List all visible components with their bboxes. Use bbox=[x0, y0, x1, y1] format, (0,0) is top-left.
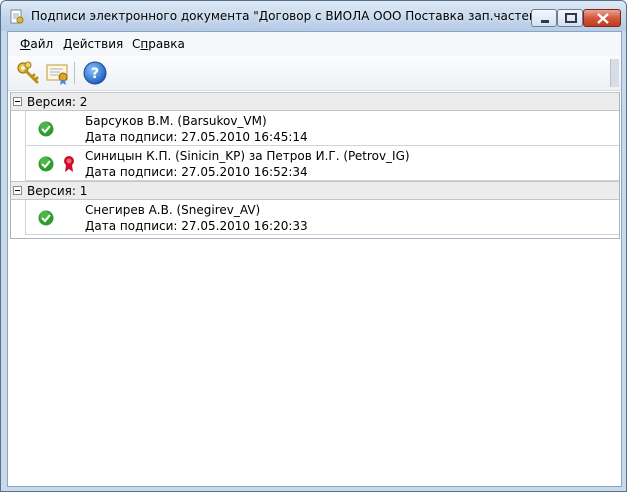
valid-check-icon bbox=[38, 210, 54, 226]
close-button[interactable] bbox=[583, 9, 621, 27]
menu-bar: Файл Действия Справка bbox=[8, 32, 621, 56]
collapse-icon[interactable] bbox=[13, 97, 22, 106]
toolbar: ? bbox=[8, 56, 621, 91]
signatures-list: Версия: 2 Барсуков В.М. (Barsukov_VM) Да… bbox=[10, 92, 620, 239]
version-label: Версия: 2 bbox=[27, 95, 88, 109]
toolbar-separator bbox=[74, 62, 75, 84]
certificate-button[interactable] bbox=[45, 60, 71, 86]
menu-actions[interactable]: Действия bbox=[63, 37, 123, 51]
minimize-icon bbox=[541, 20, 549, 23]
collapse-icon[interactable] bbox=[13, 186, 22, 195]
version-group-header[interactable]: Версия: 1 bbox=[11, 181, 619, 200]
menu-file[interactable]: Файл bbox=[20, 37, 53, 51]
maximize-button[interactable] bbox=[557, 9, 583, 27]
menu-help-rest: равка bbox=[148, 37, 185, 51]
client-area: Файл Действия Справка ? Версия: 2 Барсук… bbox=[7, 31, 622, 487]
help-button[interactable]: ? bbox=[82, 60, 108, 86]
key-icon bbox=[17, 61, 39, 84]
menu-help[interactable]: Справка bbox=[132, 37, 185, 51]
certificate-icon bbox=[46, 64, 68, 85]
proxy-seal-icon bbox=[64, 156, 74, 172]
toolbar-overflow-grip[interactable] bbox=[610, 59, 619, 87]
window-title: Подписи электронного документа "Договор … bbox=[31, 9, 543, 23]
signer-name: Синицын К.П. (Sinicin_KP) за Петров И.Г.… bbox=[85, 149, 410, 163]
menu-actions-rest: ействия bbox=[72, 37, 124, 51]
sign-button[interactable] bbox=[15, 60, 41, 86]
signature-date: Дата подписи: 27.05.2010 16:20:33 bbox=[85, 219, 308, 233]
signature-document-icon bbox=[10, 9, 24, 24]
signatures-window: Подписи электронного документа "Договор … bbox=[0, 0, 627, 492]
signer-name: Снегирев А.В. (Snegirev_AV) bbox=[85, 203, 261, 217]
minimize-button[interactable] bbox=[531, 9, 557, 27]
signature-date: Дата подписи: 27.05.2010 16:52:34 bbox=[85, 165, 308, 179]
version-label: Версия: 1 bbox=[27, 184, 88, 198]
menu-file-rest: айл bbox=[30, 37, 54, 51]
close-icon bbox=[597, 13, 609, 24]
title-bar[interactable]: Подписи электронного документа "Договор … bbox=[1, 1, 626, 31]
valid-check-icon bbox=[38, 121, 54, 137]
maximize-icon bbox=[565, 13, 577, 23]
valid-check-icon bbox=[38, 156, 54, 172]
signer-name: Барсуков В.М. (Barsukov_VM) bbox=[85, 114, 267, 128]
signature-row[interactable]: Снегирев А.В. (Snegirev_AV) Дата подписи… bbox=[25, 200, 619, 235]
svg-text:?: ? bbox=[91, 66, 99, 82]
help-icon: ? bbox=[83, 61, 107, 85]
version-group-header[interactable]: Версия: 2 bbox=[11, 92, 619, 111]
signature-date: Дата подписи: 27.05.2010 16:45:14 bbox=[85, 130, 308, 144]
signature-row[interactable]: Синицын К.П. (Sinicin_KP) за Петров И.Г.… bbox=[25, 146, 619, 181]
signature-row[interactable]: Барсуков В.М. (Barsukov_VM) Дата подписи… bbox=[25, 111, 619, 146]
